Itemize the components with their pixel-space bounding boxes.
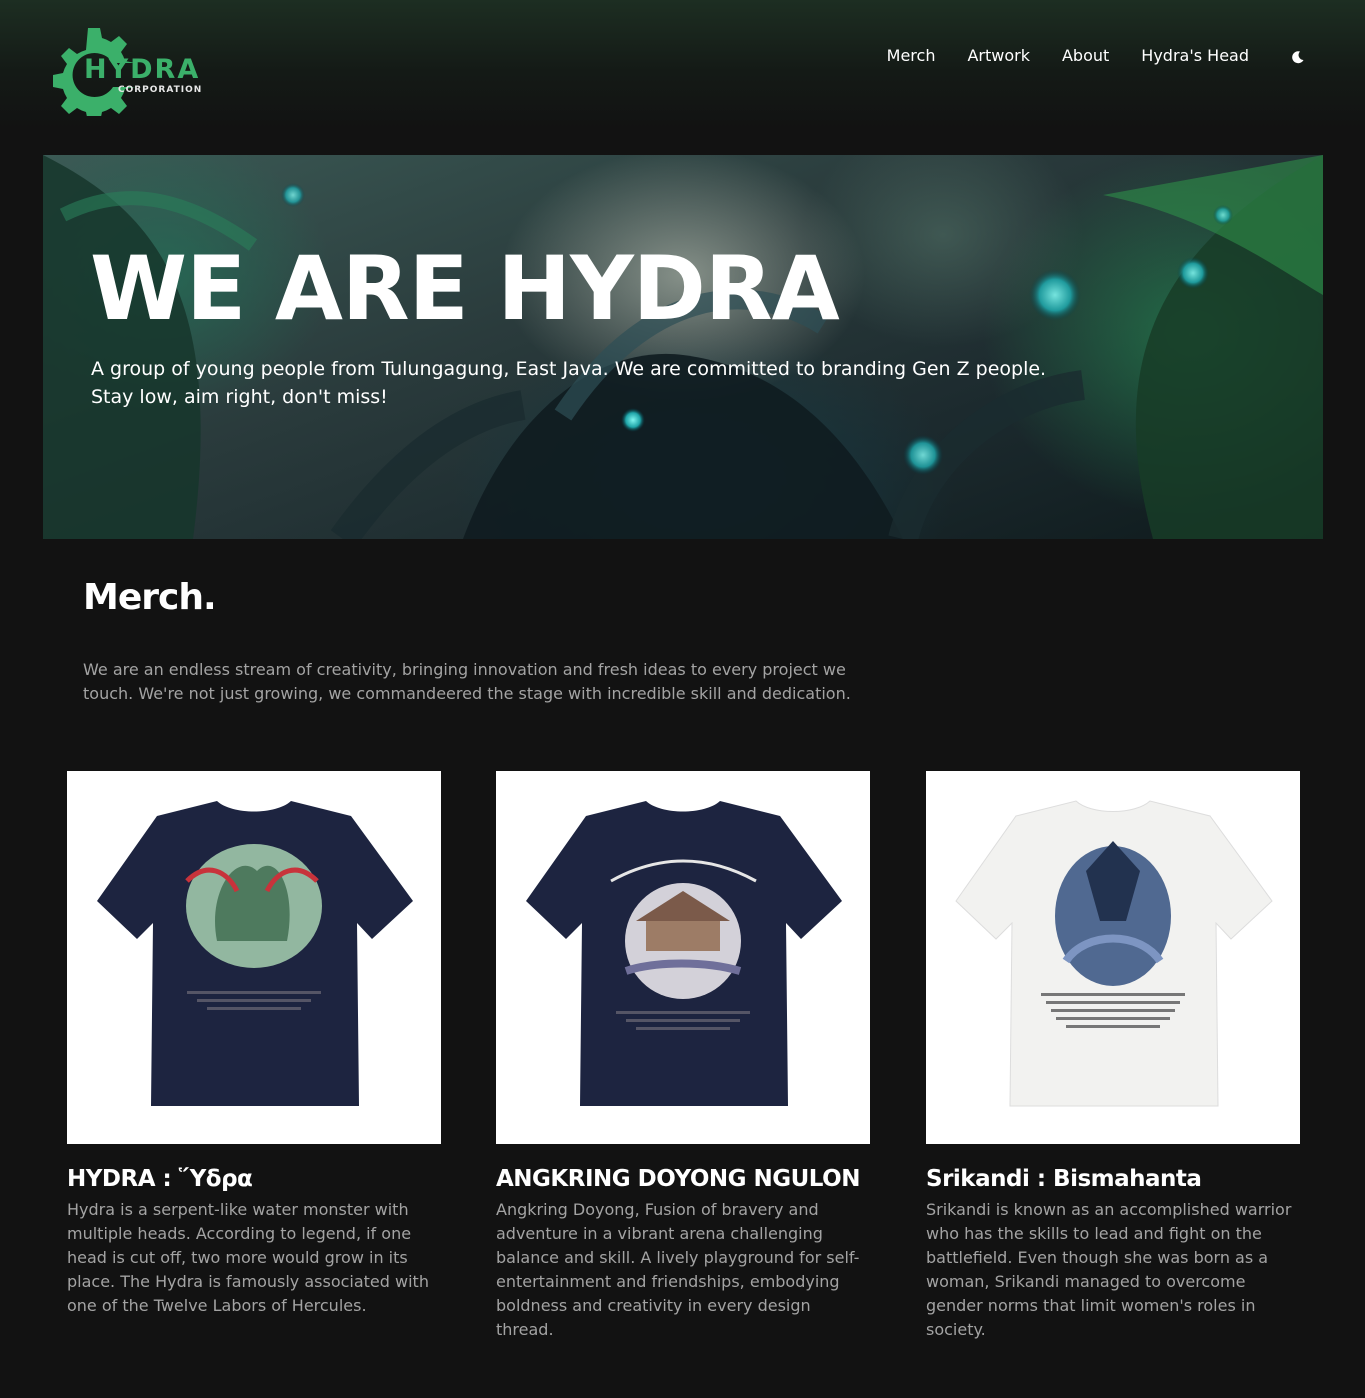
nav-about[interactable]: About [1062,46,1109,65]
hero-artwork [43,155,1323,539]
nav-artwork[interactable]: Artwork [967,46,1030,65]
logo-subtitle: CORPORATION [118,85,203,95]
product-title[interactable]: Srikandi : Bismahanta [926,1166,1300,1192]
tshirt-icon [526,801,842,1106]
nav-hydras-head[interactable]: Hydra's Head [1141,46,1249,65]
main-nav: Merch Artwork About Hydra's Head [887,46,1305,65]
merch-card-angkring[interactable]: ANGKRING DOYONG NGULON Angkring Doyong, … [496,771,870,1342]
merch-description: We are an endless stream of creativity, … [83,660,851,703]
logo-wordmark: HYDRA [84,54,201,85]
nav-merch[interactable]: Merch [887,46,936,65]
product-image[interactable] [67,771,441,1144]
hydra-logo[interactable]: HYDRA CORPORATION [48,20,208,116]
merch-card-hydra[interactable]: HYDRA : Ὕδρα Hydra is a serpent-like wat… [67,771,441,1318]
site-header: HYDRA CORPORATION Merch Artwork About Hy… [0,0,1365,130]
product-image[interactable] [496,771,870,1144]
hero-banner: WE ARE HYDRA A group of young people fro… [43,155,1323,539]
merch-title: Merch. [83,577,217,618]
product-description: Hydra is a serpent-like water monster wi… [67,1200,429,1315]
merch-card-srikandi[interactable]: Srikandi : Bismahanta Srikandi is known … [926,771,1300,1342]
tshirt-icon [955,800,1273,1107]
hero-title: WE ARE HYDRA [90,237,840,340]
product-title[interactable]: ANGKRING DOYONG NGULON [496,1166,870,1192]
product-description: Angkring Doyong, Fusion of bravery and a… [496,1200,860,1339]
tshirt-icon [97,801,413,1106]
hero-description: A group of young people from Tulungagung… [91,358,1047,408]
product-title[interactable]: HYDRA : Ὕδρα [67,1166,441,1192]
moon-icon[interactable] [1291,49,1305,63]
product-image[interactable] [926,771,1300,1144]
product-description: Srikandi is known as an accomplished war… [926,1200,1292,1339]
